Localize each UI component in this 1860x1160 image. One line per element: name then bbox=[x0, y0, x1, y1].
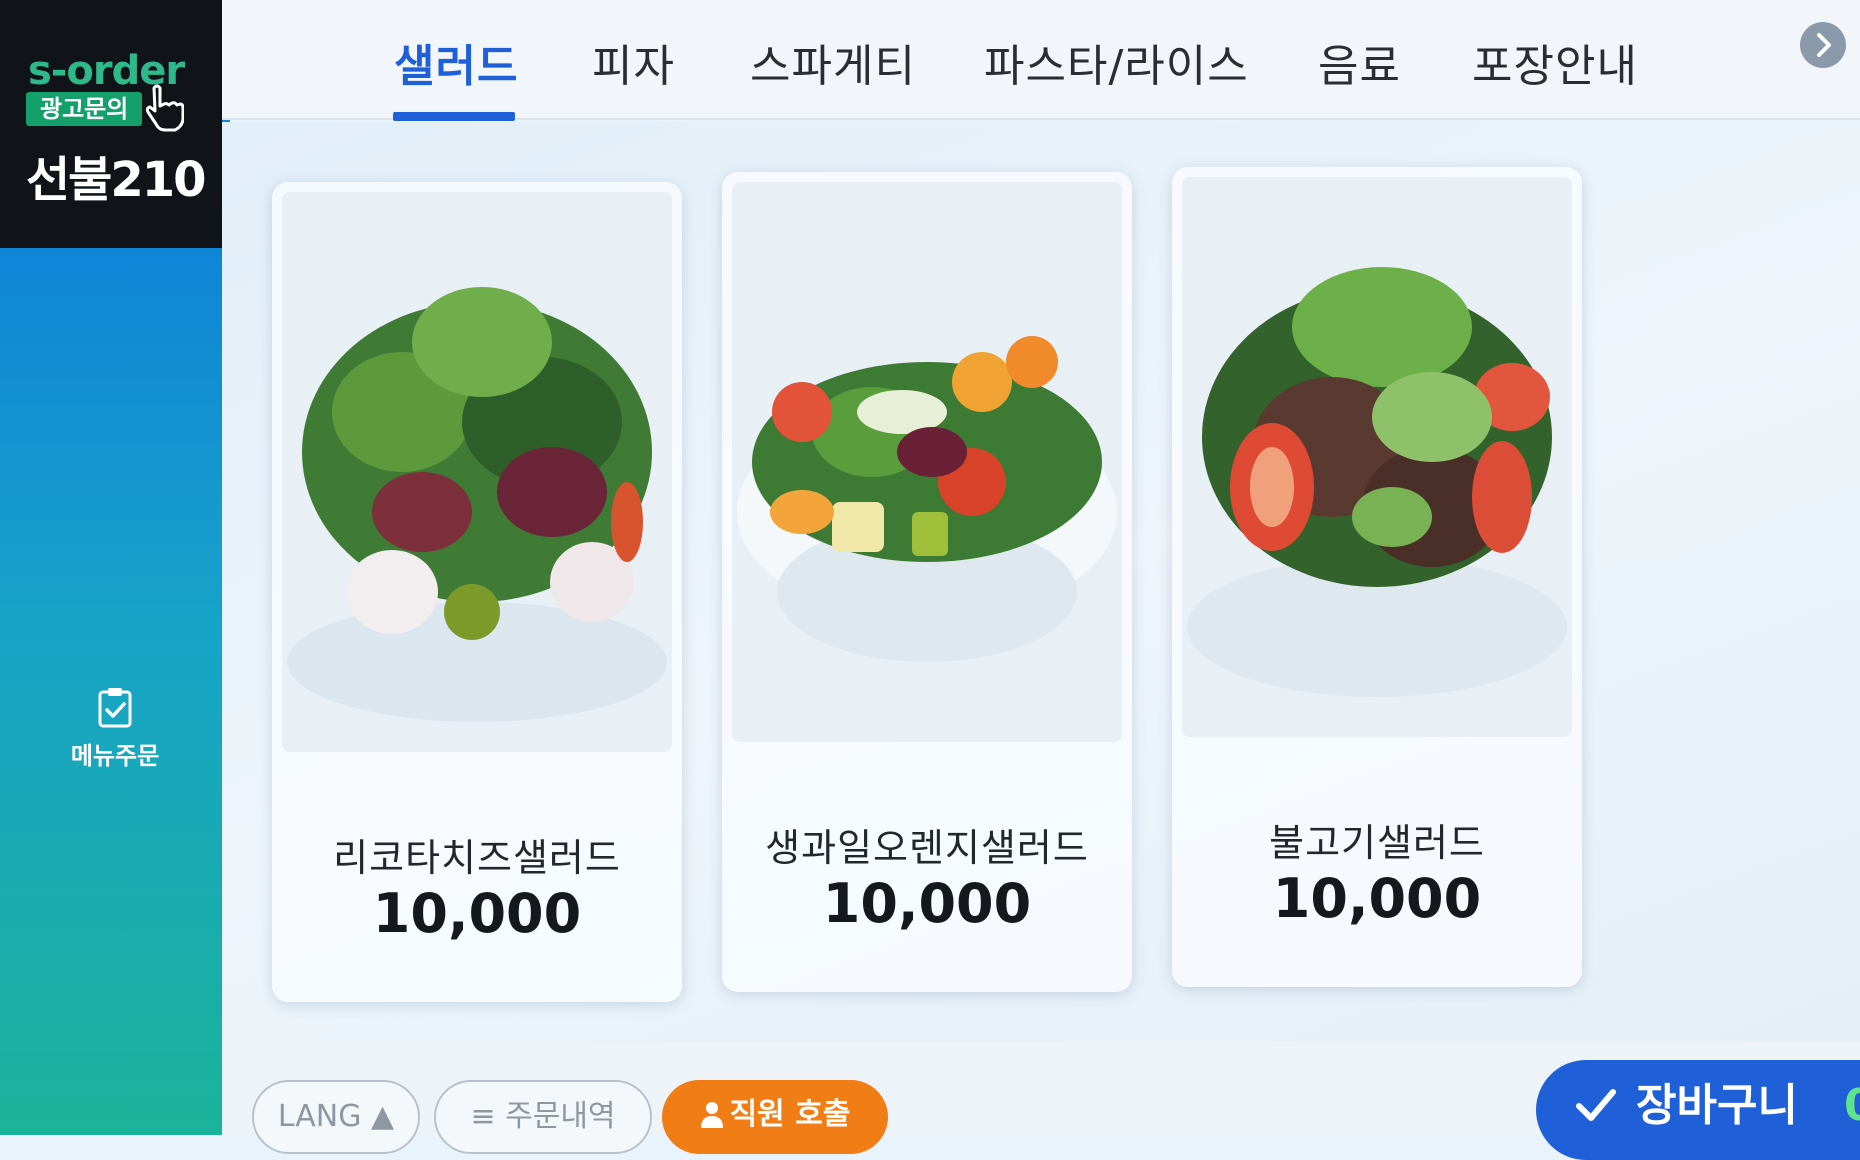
clipboard-check-icon bbox=[98, 688, 132, 728]
cart-label: 장바구니 bbox=[1636, 1080, 1798, 1131]
product-name: 리코타치즈샐러드 bbox=[333, 836, 621, 880]
product-name: 생과일오렌지샐러드 bbox=[765, 826, 1089, 870]
call-staff-label: 직원 호출 bbox=[729, 1097, 851, 1132]
active-tab-indicator bbox=[393, 112, 515, 121]
call-staff-button[interactable]: 직원 호출 bbox=[662, 1080, 888, 1154]
product-image bbox=[1182, 177, 1572, 737]
tab-salad[interactable]: 샐러드 bbox=[394, 30, 518, 94]
language-button[interactable]: LANG ▲ bbox=[252, 1080, 420, 1154]
product-image bbox=[732, 182, 1122, 742]
product-price: 10,000 bbox=[1272, 867, 1482, 930]
menu-card[interactable]: 생과일오렌지샐러드 10,000 bbox=[722, 172, 1132, 992]
menu-grid: 리코타치즈샐러드 10,000 생과일오렌지샐러드 10,000 불고기샐러드 … bbox=[222, 122, 1860, 1042]
salad-image bbox=[732, 182, 1122, 742]
tab-pasta-rice[interactable]: 파스타/라이스 bbox=[984, 30, 1249, 94]
order-history-button[interactable]: ≡ 주문내역 bbox=[434, 1080, 652, 1154]
check-icon bbox=[1576, 1089, 1616, 1121]
pointer-hand-icon bbox=[145, 84, 184, 132]
tabs-next-button[interactable] bbox=[1800, 22, 1846, 68]
cart-count: 0 bbox=[1844, 1080, 1860, 1131]
chevron-right-icon bbox=[1817, 33, 1831, 57]
product-price: 10,000 bbox=[822, 872, 1032, 935]
cart-button[interactable]: 장바구니 0 bbox=[1536, 1060, 1860, 1160]
ad-inquiry-badge[interactable]: 광고문의 bbox=[26, 92, 143, 126]
product-image bbox=[282, 192, 672, 752]
person-icon bbox=[700, 1102, 723, 1128]
tab-pizza[interactable]: 피자 bbox=[592, 30, 675, 94]
product-price: 10,000 bbox=[372, 882, 582, 945]
store-name: 선불210 bbox=[26, 152, 207, 208]
salad-image bbox=[282, 192, 672, 752]
product-name: 불고기샐러드 bbox=[1269, 821, 1485, 865]
sidebar-item-menu-order[interactable]: 메뉴주문 bbox=[40, 680, 190, 790]
sidebar-item-label: 메뉴주문 bbox=[70, 742, 160, 770]
tab-drinks[interactable]: 음료 bbox=[1318, 30, 1401, 94]
tab-takeout-info[interactable]: 포장안내 bbox=[1472, 30, 1638, 94]
menu-card[interactable]: 불고기샐러드 10,000 bbox=[1172, 167, 1582, 987]
bottom-bar: LANG ▲ ≡ 주문내역 직원 호출 장바구니 0 bbox=[222, 1042, 1860, 1160]
sidebar-header: s-order 광고문의 선불210 bbox=[0, 0, 222, 248]
menu-card[interactable]: 리코타치즈샐러드 10,000 bbox=[272, 182, 682, 1002]
salad-image bbox=[1182, 177, 1572, 737]
tab-spaghetti[interactable]: 스파게티 bbox=[750, 30, 916, 94]
category-tabbar: 샐러드 피자 스파게티 파스타/라이스 음료 포장안내 bbox=[222, 0, 1860, 120]
sidebar: s-order 광고문의 선불210 메뉴주문 bbox=[0, 0, 230, 1135]
